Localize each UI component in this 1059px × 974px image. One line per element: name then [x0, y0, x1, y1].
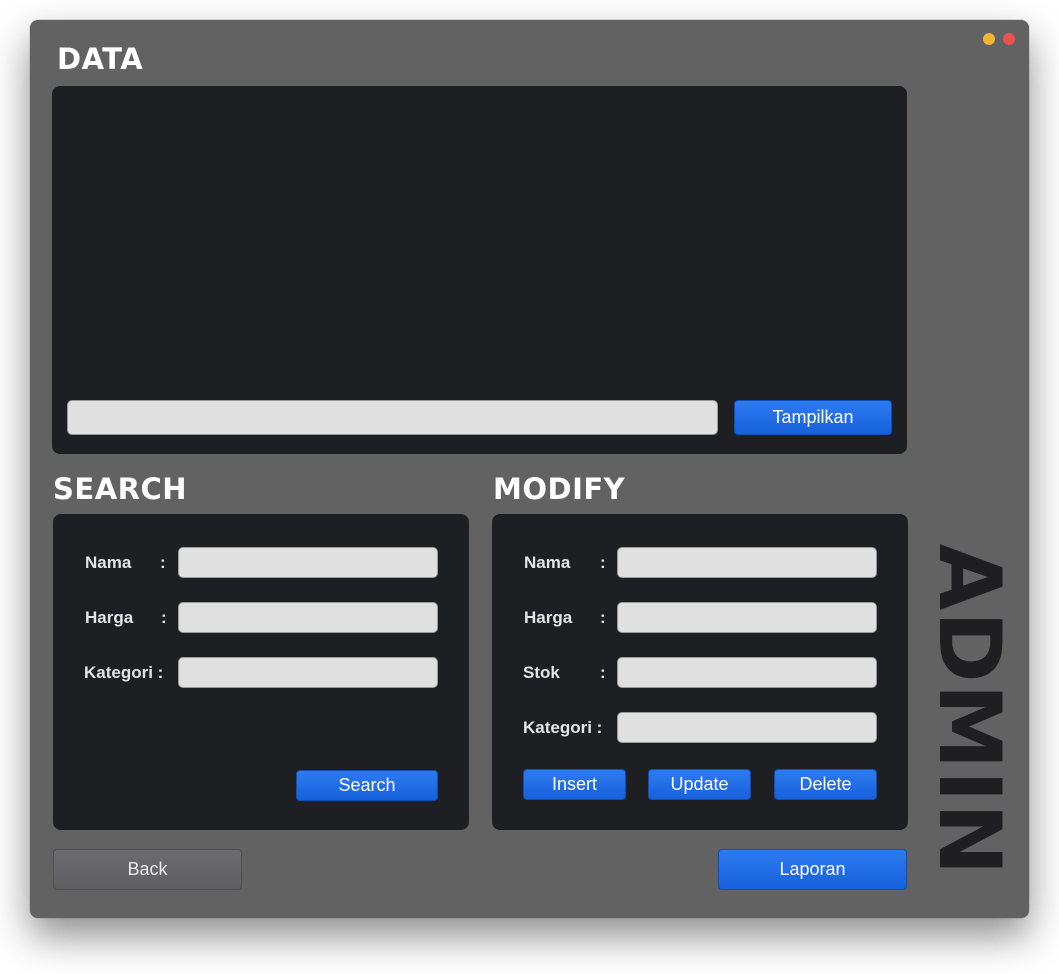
modify-panel: Nama : Harga : Stok : Kategori : Insert …: [492, 514, 908, 830]
modify-kategori-label: Kategori :: [523, 718, 603, 737]
modify-harga-input[interactable]: [617, 602, 877, 633]
search-kategori-input[interactable]: [178, 657, 438, 688]
admin-title-container: ADMIN: [918, 530, 1019, 890]
modify-nama-label: Nama: [524, 553, 571, 572]
search-harga-input[interactable]: [178, 602, 438, 633]
modify-stok-label: Stok: [523, 663, 560, 682]
admin-title: ADMIN: [918, 543, 1019, 877]
search-panel: Nama : Harga : Kategori : Search: [53, 514, 469, 830]
back-button[interactable]: Back: [53, 849, 242, 890]
modify-kategori-input[interactable]: [617, 712, 877, 743]
search-button[interactable]: Search: [296, 770, 438, 801]
modify-stok-input[interactable]: [617, 657, 877, 688]
search-nama-label: Nama: [85, 553, 132, 572]
close-window-button[interactable]: [1003, 33, 1015, 45]
update-button[interactable]: Update: [648, 769, 751, 800]
admin-window: DATA Tampilkan SEARCH Nama : Harga : Kat…: [30, 20, 1029, 918]
modify-harga-colon: :: [600, 608, 606, 627]
delete-button[interactable]: Delete: [774, 769, 877, 800]
minimize-window-button[interactable]: [983, 33, 995, 45]
tampilkan-button[interactable]: Tampilkan: [734, 400, 892, 435]
search-nama-input[interactable]: [178, 547, 438, 578]
search-nama-colon: :: [160, 553, 166, 572]
modify-nama-input[interactable]: [617, 547, 877, 578]
modify-stok-colon: :: [600, 663, 606, 682]
search-harga-label: Harga: [85, 608, 134, 627]
data-display-input[interactable]: [67, 400, 718, 435]
search-kategori-label: Kategori :: [84, 663, 164, 682]
insert-button[interactable]: Insert: [523, 769, 626, 800]
modify-heading: MODIFY: [493, 472, 626, 506]
search-heading: SEARCH: [53, 472, 188, 506]
search-harga-colon: :: [161, 608, 167, 627]
modify-harga-label: Harga: [524, 608, 573, 627]
modify-nama-colon: :: [600, 553, 606, 572]
laporan-button[interactable]: Laporan: [718, 849, 907, 890]
data-table-panel[interactable]: Tampilkan: [52, 86, 907, 454]
data-heading: DATA: [57, 42, 144, 76]
